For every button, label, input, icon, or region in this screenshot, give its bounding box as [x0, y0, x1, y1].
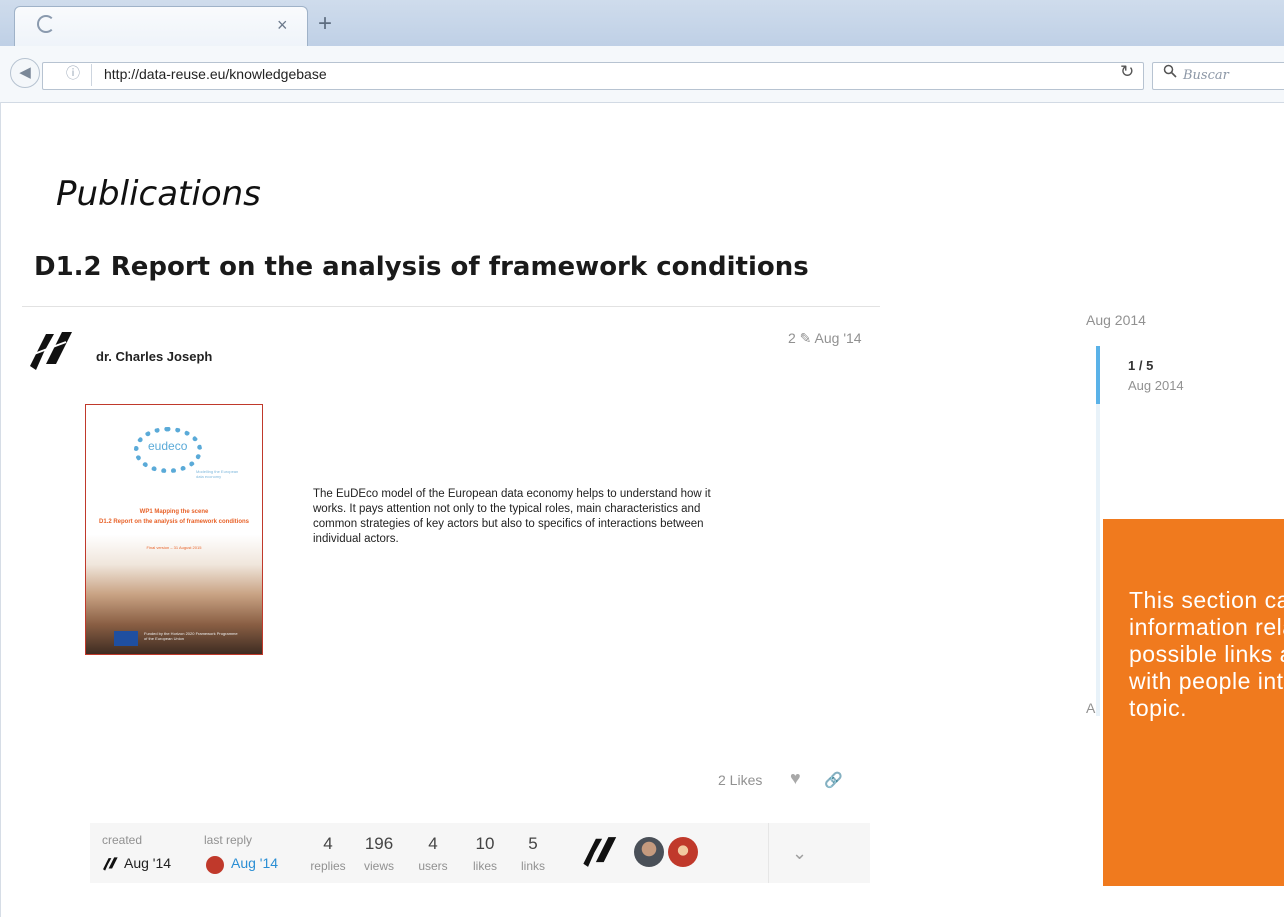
- callout-text: This section can be drafted with informa…: [1129, 587, 1284, 721]
- back-arrow-icon: ◀: [19, 64, 31, 81]
- author-name[interactable]: dr. Charles Joseph: [96, 349, 212, 364]
- author-avatar[interactable]: [26, 328, 74, 374]
- cover-logo-subtitle: Modelling the European data economy: [196, 469, 239, 479]
- loading-spinner-icon: [37, 15, 55, 33]
- timeline-start-date[interactable]: Aug 2014: [1086, 312, 1146, 328]
- last-reply-avatar[interactable]: [206, 856, 224, 874]
- heart-icon[interactable]: ♥: [790, 768, 801, 789]
- chevron-down-icon[interactable]: ⌄: [792, 843, 807, 864]
- participant-avatar-1[interactable]: [580, 834, 618, 870]
- last-reply-label: last reply: [204, 833, 253, 847]
- created-date: Aug '14: [124, 855, 172, 871]
- users-count: 4: [428, 834, 438, 853]
- views-label: views: [363, 859, 394, 873]
- eu-flag-icon: [114, 631, 138, 646]
- page-border: [0, 102, 1, 917]
- report-cover-image[interactable]: eudeco Modelling the European data econo…: [85, 404, 263, 655]
- cover-logo-text: eudeco: [148, 439, 188, 453]
- users-label: users: [418, 859, 448, 873]
- topic-title[interactable]: D1.2 Report on the analysis of framework…: [34, 252, 809, 282]
- participant-avatar-3[interactable]: [668, 837, 698, 867]
- created-label: created: [102, 833, 143, 847]
- likes-count[interactable]: 2 Likes: [718, 772, 762, 788]
- divider: [22, 306, 880, 307]
- timeline-position-date: Aug 2014: [1128, 378, 1184, 393]
- reload-icon[interactable]: ↻: [1120, 62, 1134, 82]
- cover-line-2: D1.2 Report on the analysis of framework…: [98, 519, 250, 525]
- views-count: 196: [364, 834, 394, 853]
- callout-box: This section can be drafted with informa…: [1103, 519, 1284, 886]
- url-divider: [91, 64, 92, 86]
- links-count[interactable]: 5: [503, 834, 563, 854]
- close-tab-icon[interactable]: ×: [277, 15, 288, 36]
- map-divider: [768, 823, 769, 883]
- links-label[interactable]: links: [503, 859, 563, 873]
- new-tab-button[interactable]: +: [318, 10, 332, 38]
- site-info-icon[interactable]: ⓘ: [66, 63, 80, 83]
- timeline-position: 1 / 5: [1128, 358, 1154, 373]
- search-placeholder: Buscar: [1183, 68, 1229, 83]
- timeline-handle[interactable]: [1096, 346, 1100, 404]
- last-reply-date[interactable]: Aug '14: [231, 855, 278, 871]
- post-excerpt: The EuDEco model of the European data ec…: [313, 488, 711, 545]
- post-date[interactable]: 2 ✎ Aug '14: [788, 330, 862, 347]
- link-icon[interactable]: 🔗: [824, 771, 843, 789]
- search-icon: [1163, 64, 1177, 78]
- cover-line-3: Final version – 31 August 2015: [146, 545, 202, 550]
- url-text[interactable]: http://data-reuse.eu/knowledgebase: [104, 66, 327, 82]
- browser-tab[interactable]: ×: [14, 6, 308, 49]
- participant-avatar-2[interactable]: [634, 837, 664, 867]
- back-button[interactable]: ◀: [10, 58, 40, 88]
- section-title: Publications: [56, 174, 261, 214]
- cover-funding-text: Funded by the Horizon 2020 Framework Pro…: [144, 631, 238, 641]
- cover-line-1: WP1 Mapping the scene: [139, 509, 209, 515]
- created-avatar[interactable]: [100, 856, 120, 872]
- timeline-end-date[interactable]: A: [1086, 700, 1095, 716]
